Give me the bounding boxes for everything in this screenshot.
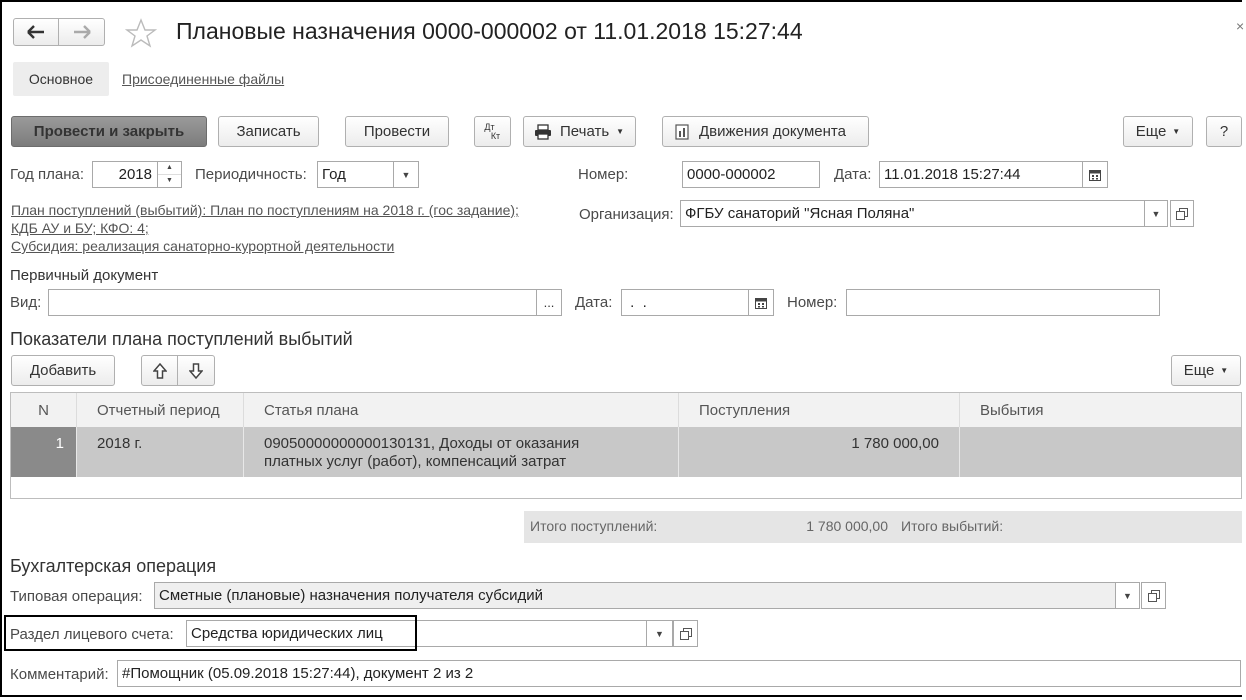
accounting-title: Бухгалтерская операция <box>10 556 217 576</box>
year-stepper[interactable]: ▲ ▼ <box>157 161 182 188</box>
primary-document-title: Первичный документ <box>10 267 159 284</box>
close-icon[interactable]: × <box>1236 18 1244 34</box>
account-section-label: Раздел лицевого счета: <box>10 626 174 643</box>
col-outcome[interactable]: Выбытия <box>960 393 1241 427</box>
stepper-up-icon[interactable]: ▲ <box>158 162 181 175</box>
document-movements-label: Движения документа <box>699 123 846 140</box>
register-icon <box>675 123 689 140</box>
move-down-button[interactable] <box>177 355 215 386</box>
cell-n: 1 <box>11 427 77 477</box>
document-movements-button[interactable]: Движения документа <box>662 116 869 147</box>
col-income[interactable]: Поступления <box>679 393 960 427</box>
add-button[interactable]: Добавить <box>11 355 115 386</box>
year-label: Год плана: <box>10 166 85 183</box>
number-field[interactable]: 0000-000002 <box>682 161 820 188</box>
arrow-down-icon <box>189 362 203 379</box>
kt-label: Кт <box>490 130 501 141</box>
arrow-up-icon <box>152 362 167 379</box>
star-icon[interactable] <box>125 18 157 48</box>
cell-income: 1 780 000,00 <box>679 427 960 477</box>
primary-kind-field[interactable] <box>48 289 537 316</box>
indicators-title: Показатели плана поступлений выбытий <box>10 329 353 349</box>
year-field[interactable]: 2018 <box>92 161 158 188</box>
stepper-down-icon[interactable]: ▼ <box>158 175 181 187</box>
plan-link-line2[interactable]: КДБ АУ и БУ; КФО: 4; <box>11 220 149 236</box>
more-label: Еще <box>1135 123 1167 140</box>
periodicity-label: Периодичность: <box>195 166 307 183</box>
total-income-value: 1 780 000,00 <box>806 518 888 534</box>
total-outcome-label: Итого выбытий: <box>901 518 1004 534</box>
comment-field[interactable]: #Помощник (05.09.2018 15:27:44), докумен… <box>117 660 1241 687</box>
help-button[interactable]: ? <box>1206 116 1242 147</box>
cell-period: 2018 г. <box>77 427 244 477</box>
dt-kt-button[interactable]: Дт Кт <box>474 116 511 147</box>
move-up-button[interactable] <box>141 355 178 386</box>
chevron-down-icon: ▼ <box>1220 366 1229 375</box>
table-more-label: Еще <box>1183 362 1215 379</box>
typical-operation-label: Типовая операция: <box>10 588 143 605</box>
more-button[interactable]: Еще ▼ <box>1123 116 1193 147</box>
arrow-left-icon <box>27 25 44 39</box>
total-income-label: Итого поступлений: <box>530 518 658 534</box>
chevron-down-icon[interactable]: ▼ <box>1115 582 1140 609</box>
chevron-down-icon: ▼ <box>1172 127 1181 136</box>
printer-icon <box>535 123 551 140</box>
periodicity-select[interactable]: Год <box>317 161 394 188</box>
print-button[interactable]: Печать ▼ <box>523 116 636 147</box>
print-label: Печать <box>560 123 610 140</box>
number-label: Номер: <box>578 166 629 183</box>
plan-link-line1[interactable]: План поступлений (выбытий): План по пост… <box>11 202 519 218</box>
plan-link-line3[interactable]: Субсидия: реализация санаторно-курортной… <box>11 238 394 254</box>
organization-field[interactable]: ФГБУ санаторий "Ясная Поляна" <box>680 200 1145 227</box>
col-article[interactable]: Статья плана <box>244 393 679 427</box>
open-icon[interactable] <box>1170 200 1194 227</box>
table-row[interactable]: 1 2018 г. 09050000000000130131, Доходы о… <box>11 427 1241 477</box>
cell-article: 09050000000000130131, Доходы от оказания… <box>244 427 679 477</box>
chevron-down-icon[interactable]: ▼ <box>393 161 419 188</box>
arrow-right-icon <box>73 25 91 39</box>
cell-article-line2: платных услуг (работ), компенсаций затра… <box>264 453 567 470</box>
indicators-table: N Отчетный период Статья плана Поступлен… <box>10 392 1242 499</box>
comment-label: Комментарий: <box>10 666 109 683</box>
tab-attached-files[interactable]: Присоединенные файлы <box>122 71 284 87</box>
col-n[interactable]: N <box>11 393 77 427</box>
chevron-down-icon[interactable]: ▼ <box>646 620 673 647</box>
primary-date-label: Дата: <box>575 294 613 311</box>
primary-kind-label: Вид: <box>10 294 42 311</box>
account-section-field[interactable]: Средства юридических лиц <box>186 620 647 647</box>
cell-article-line1: 09050000000000130131, Доходы от оказания <box>264 435 580 452</box>
post-button[interactable]: Провести <box>345 116 449 147</box>
primary-number-label: Номер: <box>787 294 838 311</box>
save-button[interactable]: Записать <box>218 116 319 147</box>
table-header: N Отчетный период Статья плана Поступлен… <box>11 393 1241 428</box>
chevron-down-icon: ▼ <box>616 127 625 136</box>
select-button[interactable]: ... <box>536 289 562 316</box>
primary-number-field[interactable] <box>846 289 1160 316</box>
open-icon[interactable] <box>1141 582 1166 609</box>
page-title: Плановые назначения 0000-000002 от 11.01… <box>176 18 803 44</box>
calendar-icon[interactable] <box>748 289 774 316</box>
date-field[interactable]: 11.01.2018 15:27:44 <box>879 161 1083 188</box>
tab-main[interactable]: Основное <box>13 62 109 96</box>
post-and-close-button[interactable]: Провести и закрыть <box>11 116 207 147</box>
primary-date-field[interactable]: . . <box>621 289 749 316</box>
chevron-down-icon[interactable]: ▼ <box>1144 200 1168 227</box>
forward-button[interactable] <box>59 18 105 46</box>
date-label: Дата: <box>834 166 872 183</box>
table-more-button[interactable]: Еще ▼ <box>1171 355 1241 386</box>
cell-outcome <box>960 427 1241 477</box>
col-period[interactable]: Отчетный период <box>77 393 244 427</box>
back-button[interactable] <box>13 18 59 46</box>
typical-operation-field[interactable]: Сметные (плановые) назначения получателя… <box>154 582 1116 609</box>
calendar-icon[interactable] <box>1082 161 1108 188</box>
open-icon[interactable] <box>673 620 698 647</box>
organization-label: Организация: <box>579 206 674 223</box>
